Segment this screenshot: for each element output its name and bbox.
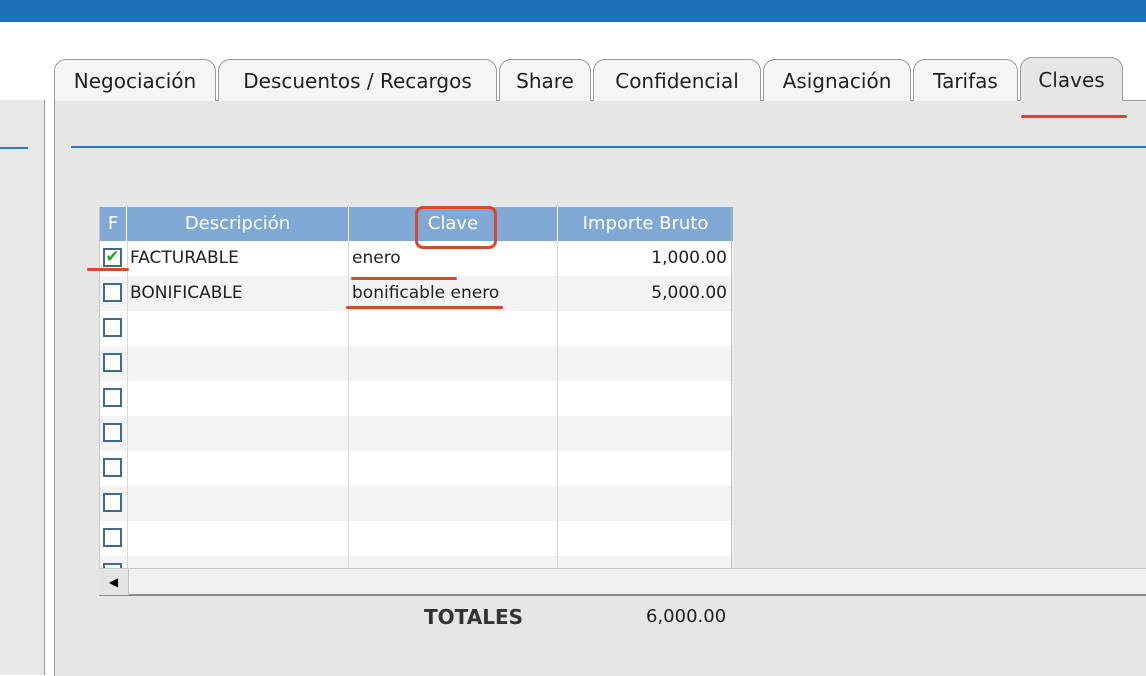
cell-clave[interactable] bbox=[350, 451, 557, 486]
left-panel-separator bbox=[0, 147, 28, 149]
table-row[interactable] bbox=[100, 556, 733, 568]
cell-descripcion[interactable] bbox=[129, 521, 347, 556]
cell-importe-bruto[interactable] bbox=[557, 451, 730, 486]
tab-tarifas[interactable]: Tarifas bbox=[913, 59, 1018, 101]
tab-confidencial[interactable]: Confidencial bbox=[593, 59, 761, 101]
row-checkbox[interactable] bbox=[103, 318, 122, 337]
row-checkbox[interactable] bbox=[103, 423, 122, 442]
annotation-underline-enero bbox=[351, 277, 457, 280]
cell-clave[interactable] bbox=[350, 556, 557, 568]
cell-descripcion[interactable] bbox=[129, 416, 347, 451]
totals-label: TOTALES bbox=[424, 605, 524, 629]
cell-importe-bruto[interactable]: 1,000.00 bbox=[557, 241, 730, 276]
cell-importe-bruto[interactable] bbox=[557, 556, 730, 568]
table-row[interactable] bbox=[100, 451, 733, 486]
row-checkbox[interactable] bbox=[103, 283, 122, 302]
row-checkbox[interactable] bbox=[103, 528, 122, 547]
table-row[interactable] bbox=[100, 311, 733, 346]
cell-descripcion[interactable]: FACTURABLE bbox=[129, 241, 347, 276]
cell-clave[interactable] bbox=[350, 416, 557, 451]
cell-importe-bruto[interactable] bbox=[557, 416, 730, 451]
totals-value: 6,000.00 bbox=[646, 606, 727, 627]
table-row[interactable] bbox=[100, 346, 733, 381]
cell-clave[interactable] bbox=[350, 486, 557, 521]
cell-importe-bruto[interactable] bbox=[557, 486, 730, 521]
column-header-f[interactable]: F bbox=[100, 207, 127, 241]
tab-asignacion[interactable]: Asignación bbox=[763, 59, 911, 101]
row-checkbox[interactable]: ✔ bbox=[103, 248, 122, 267]
cell-clave[interactable] bbox=[350, 381, 557, 416]
cell-clave[interactable] bbox=[350, 346, 557, 381]
table-row[interactable] bbox=[100, 486, 733, 521]
column-divider bbox=[127, 241, 128, 568]
row-checkbox[interactable] bbox=[103, 388, 122, 407]
column-header-importe-bruto[interactable]: Importe Bruto bbox=[558, 207, 733, 241]
triangle-left-icon[interactable]: ◀ bbox=[99, 569, 129, 595]
cell-descripcion[interactable] bbox=[129, 346, 347, 381]
annotation-underline-claves-tab bbox=[1021, 115, 1127, 118]
cell-descripcion[interactable] bbox=[129, 451, 347, 486]
annotation-underline-bonificable-enero bbox=[346, 306, 503, 309]
cell-importe-bruto[interactable] bbox=[557, 311, 730, 346]
checkmark-icon: ✔ bbox=[105, 247, 120, 267]
row-checkbox[interactable] bbox=[103, 493, 122, 512]
cell-descripcion[interactable] bbox=[129, 311, 347, 346]
cell-importe-bruto[interactable] bbox=[557, 346, 730, 381]
claves-grid: F Descripción Clave Importe Bruto ✔ FACTU… bbox=[99, 207, 733, 568]
tab-panel-separator bbox=[71, 146, 1146, 148]
column-divider bbox=[557, 241, 558, 568]
column-header-descripcion[interactable]: Descripción bbox=[127, 207, 349, 241]
tab-bar: Negociación Descuentos / Recargos Share … bbox=[54, 57, 1125, 101]
table-row[interactable] bbox=[100, 381, 733, 416]
horizontal-scrollbar[interactable]: ◀ bbox=[99, 568, 1146, 596]
tab-negociacion[interactable]: Negociación bbox=[54, 59, 216, 101]
top-bar bbox=[0, 0, 1146, 22]
row-checkbox[interactable] bbox=[103, 353, 122, 372]
grid-right-border bbox=[731, 207, 732, 568]
cell-descripcion[interactable] bbox=[129, 486, 347, 521]
cell-importe-bruto[interactable] bbox=[557, 521, 730, 556]
left-panel bbox=[0, 100, 45, 675]
cell-importe-bruto[interactable] bbox=[557, 381, 730, 416]
cell-descripcion[interactable] bbox=[129, 556, 347, 568]
cell-importe-bruto[interactable]: 5,000.00 bbox=[557, 276, 730, 311]
table-row[interactable] bbox=[100, 416, 733, 451]
row-checkbox[interactable] bbox=[103, 458, 122, 477]
cell-clave[interactable] bbox=[350, 311, 557, 346]
annotation-underline-checkbox bbox=[87, 268, 129, 271]
column-divider bbox=[348, 241, 349, 568]
cell-clave[interactable] bbox=[350, 521, 557, 556]
tab-share[interactable]: Share bbox=[499, 59, 591, 101]
annotation-box-clave-header bbox=[415, 206, 497, 249]
tab-descuentos-recargos[interactable]: Descuentos / Recargos bbox=[218, 59, 497, 101]
table-row[interactable] bbox=[100, 521, 733, 556]
cell-descripcion[interactable]: BONIFICABLE bbox=[129, 276, 347, 311]
cell-descripcion[interactable] bbox=[129, 381, 347, 416]
tab-claves[interactable]: Claves bbox=[1020, 57, 1123, 101]
